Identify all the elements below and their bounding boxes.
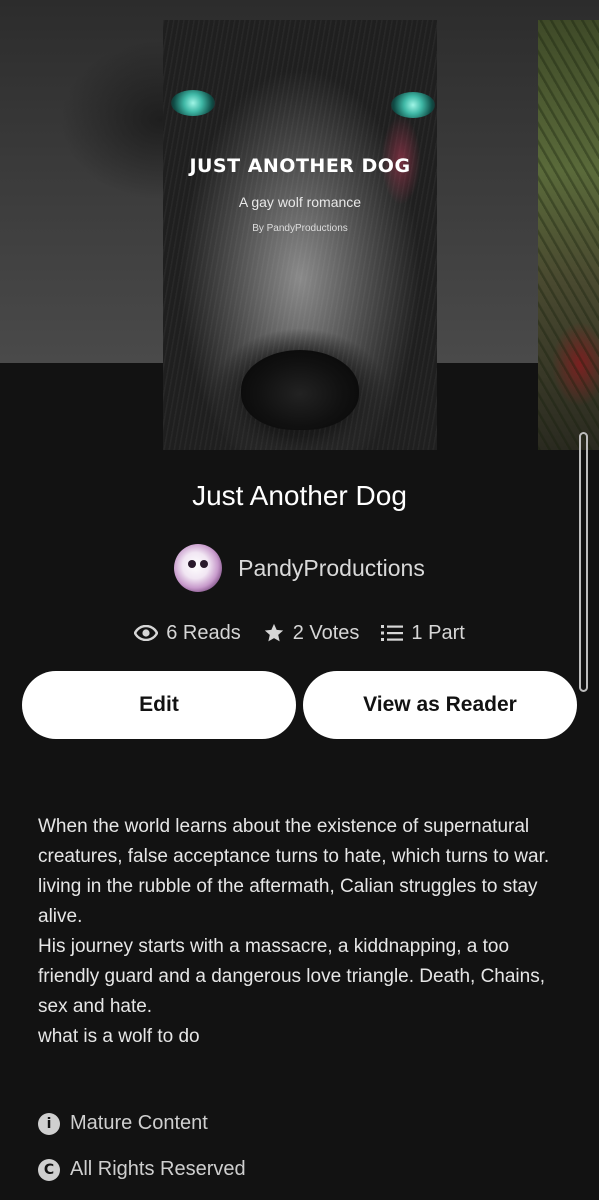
cover-wolf-nose <box>241 350 359 430</box>
description-paragraph: living in the rubble of the aftermath, C… <box>38 876 538 927</box>
copyright-label: All Rights Reserved <box>70 1158 246 1180</box>
info-icon: i <box>38 1112 60 1135</box>
description-paragraph: what is a wolf to do <box>38 1026 200 1047</box>
edit-button[interactable]: Edit <box>22 671 296 739</box>
description-paragraph: His journey starts with a massacre, a ki… <box>38 936 545 1017</box>
story-stats: 6 Reads 2 Votes 1 Part <box>0 618 599 648</box>
cover-title: JUST ANOTHER DOG <box>189 155 411 177</box>
reads-stat: 6 Reads <box>134 622 241 645</box>
parts-stat: 1 Part <box>381 621 465 645</box>
view-as-reader-button[interactable]: View as Reader <box>303 671 577 739</box>
mature-content-row: i Mature Content <box>38 1112 208 1135</box>
star-icon <box>264 623 283 642</box>
parts-count: 1 Part <box>411 621 465 644</box>
story-title: Just Another Dog <box>192 480 407 511</box>
cover-wolf-eye-left <box>171 90 215 116</box>
cover-byline: By PandyProductions <box>252 223 348 234</box>
copyright-row: C All Rights Reserved <box>38 1158 246 1181</box>
story-details-screen: JUST ANOTHER DOG A gay wolf romance By P… <box>0 0 599 1200</box>
description-paragraph: When the world learns about the existenc… <box>38 816 550 867</box>
list-icon <box>381 625 404 641</box>
copyright-icon: C <box>38 1158 60 1181</box>
votes-stat: 2 Votes <box>263 621 360 645</box>
story-description: When the world learns about the existenc… <box>38 812 558 1052</box>
mature-content-label: Mature Content <box>70 1112 208 1134</box>
reads-count: 6 Reads <box>166 621 241 644</box>
author-name[interactable]: PandyProductions <box>238 555 425 582</box>
cover-subtitle: A gay wolf romance <box>238 194 362 210</box>
author-avatar[interactable] <box>174 544 223 592</box>
author-row[interactable]: PandyProductions <box>0 544 599 592</box>
votes-count: 2 Votes <box>292 621 360 644</box>
eye-icon <box>134 625 159 641</box>
next-story-cover[interactable] <box>538 20 599 450</box>
story-cover[interactable]: JUST ANOTHER DOG A gay wolf romance By P… <box>163 20 437 450</box>
